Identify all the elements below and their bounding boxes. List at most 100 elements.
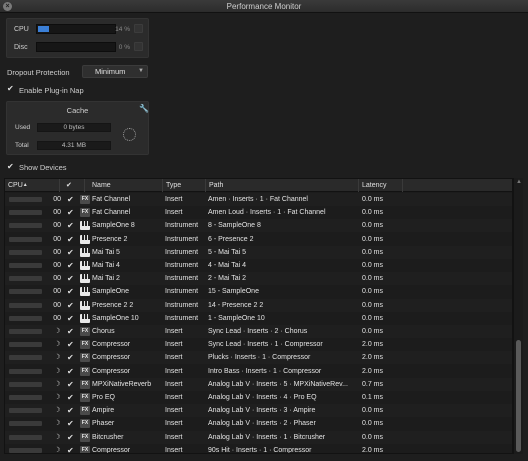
column-header-latency[interactable]: Latency [359,179,403,192]
row-type: Insert [165,420,183,428]
table-row[interactable]: 00 ✔ Mai Tai 4 Instrument 4 - Mai Tai 4 0.0 m… [5,259,512,272]
row-enable-checkbox[interactable]: ✔ [67,404,74,417]
row-cpu-bar [9,289,42,295]
table-row[interactable]: 00 ✔ Mai Tai 2 Instrument 2 - Mai Tai 2 0.0 m… [5,272,512,286]
table-row[interactable]: ☽ ✔ FX Pro EQ Insert Analog Lab V · Inserts ·… [5,391,512,404]
table-row[interactable]: ☽ ✔ FX Chorus Insert Sync Lead · Inserts · 2 … [5,325,512,338]
scrollbar-thumb[interactable] [516,340,521,452]
row-name: Mai Tai 2 [92,275,120,283]
row-name: Compressor [92,354,131,362]
keyboard-icon [80,234,90,244]
table-row[interactable]: 00 ✔ Presence 2 2 Instrument 14 - Presence 2… [5,298,512,312]
table-row[interactable]: 00 ✔ SampleOne 8 Instrument 8 - SampleOne 8 0… [5,219,512,233]
row-enable-checkbox[interactable]: ✔ [67,259,74,272]
disc-reset-button[interactable] [134,42,143,51]
row-enable-checkbox[interactable]: ✔ [67,431,74,444]
row-enable-checkbox[interactable]: ✔ [67,365,74,378]
table-row[interactable]: 00 ✔ Mai Tai 5 Instrument 5 - Mai Tai 5 0.0 m… [5,245,512,259]
fx-icon: FX [80,366,90,376]
fx-icon: FX [80,445,90,453]
row-type: Instrument [165,275,199,283]
keyboard-icon [80,287,90,297]
table-row[interactable]: 00 ✔ Presence 2 Instrument 6 - Presence 2 0.0… [5,233,512,246]
row-cpu-bar [9,249,42,255]
row-enable-checkbox[interactable]: ✔ [67,378,74,391]
row-path: Plucks · Inserts · 1 · Compressor [208,354,311,362]
plugin-nap-label: Enable Plug-in Nap [19,86,84,95]
table-row[interactable]: ☽ ✔ FX MPXiNativeReverb Insert Analog Lab V ·… [5,377,512,391]
wrench-icon[interactable]: 🔧 [139,104,149,113]
table-scrollbar[interactable]: ▲ [513,178,523,454]
row-enable-checkbox[interactable]: ✔ [67,233,74,246]
table-row[interactable]: 00 ✔ FX Fat Channel Insert Amen · Inserts · 1… [5,193,512,206]
devices-table: CPU▲ ✔ Name Type Path Latency 00 ✔ FX Fat C… [4,178,513,454]
table-row[interactable]: 00 ✔ SampleOne 10 Instrument 1 - SampleOne 1… [5,312,512,325]
table-row[interactable]: ☽ ✔ FX Phaser Insert Analog Lab V · Inserts ·… [5,417,512,430]
row-cpu-bar [9,355,42,361]
row-type: Instrument [165,262,199,269]
row-enable-checkbox[interactable]: ✔ [67,444,74,453]
column-header-check[interactable]: ✔ [60,179,85,192]
row-type: Insert [165,433,183,441]
column-header-type[interactable]: Type [163,179,206,192]
fx-icon: FX [80,195,90,204]
row-type: Insert [165,367,183,375]
disc-meter [36,42,116,52]
row-enable-checkbox[interactable]: ✔ [67,351,74,364]
table-row[interactable]: ☽ ✔ FX Ampire Insert Analog Lab V · Inserts ·… [5,404,512,418]
sort-arrow-icon: ▲ [22,182,28,188]
row-cpu-bar [9,447,42,453]
row-enable-checkbox[interactable]: ✔ [67,272,74,285]
scroll-up-icon[interactable]: ▲ [514,178,524,187]
table-row[interactable]: ☽ ✔ FX Compressor Insert 90s Hit · Inserts · … [5,444,512,453]
row-name: Compressor [92,341,131,349]
row-name: Mai Tai 5 [92,248,120,256]
plugin-nap-checkbox[interactable]: ✔ [7,84,14,93]
cache-total-value: 4.31 MB [37,141,111,150]
table-row[interactable]: 00 ✔ FX Fat Channel Insert Amen Loud · Insert… [5,206,512,219]
keyboard-icon [80,313,90,323]
column-header-cpu[interactable]: CPU▲ [5,179,60,192]
table-row[interactable]: ☽ ✔ FX Compressor Insert Sync Lead · Inserts … [5,338,512,351]
row-enable-checkbox[interactable]: ✔ [67,206,74,219]
row-enable-checkbox[interactable]: ✔ [67,193,74,206]
table-row[interactable]: ☽ ✔ FX Bitcrusher Insert Analog Lab V · Inser… [5,430,512,444]
fx-icon: FX [80,379,90,389]
row-cpu-bar [9,434,42,440]
table-row[interactable]: ☽ ✔ FX Compressor Insert Plucks · Inserts · 1… [5,351,512,365]
row-enable-checkbox[interactable]: ✔ [67,417,74,430]
fx-icon: FX [80,208,90,218]
table-row[interactable]: ☽ ✔ FX Compressor Insert Intro Bass · Inserts… [5,365,512,378]
row-enable-checkbox[interactable]: ✔ [67,338,74,351]
column-header-path[interactable]: Path [206,179,359,192]
row-cpu-value: 00 [53,288,61,296]
show-devices-checkbox[interactable]: ✔ [7,162,14,171]
nap-moon-icon: ☽ [54,420,61,428]
row-latency: 0.0 ms [362,209,384,217]
dropout-protection-select[interactable]: Minimum ▼ [82,65,148,78]
row-enable-checkbox[interactable]: ✔ [67,391,74,404]
table-row[interactable]: 00 ✔ SampleOne Instrument 15 - SampleOne 0.0 … [5,285,512,298]
row-enable-checkbox[interactable]: ✔ [67,325,74,338]
row-name: Chorus [92,328,115,335]
row-enable-checkbox[interactable]: ✔ [67,246,74,259]
close-icon[interactable]: × [3,2,12,11]
row-type: Insert [165,380,183,388]
fx-icon: FX [80,419,90,429]
row-cpu-bar [9,381,42,387]
loading-spinner-icon [123,128,136,141]
row-enable-checkbox[interactable]: ✔ [67,312,74,325]
row-enable-checkbox[interactable]: ✔ [67,285,74,298]
row-type: Instrument [165,314,199,322]
row-enable-checkbox[interactable]: ✔ [67,299,74,312]
column-header-name[interactable]: Name [85,179,163,192]
meters-panel: CPU 14 % Disc 0 % [6,18,149,58]
row-path: Analog Lab V · Inserts · 3 · Ampire [208,407,316,415]
row-enable-checkbox[interactable]: ✔ [67,219,74,232]
row-name: Phaser [92,420,115,428]
row-path: Amen Loud · Inserts · 1 · Fat Channel [208,209,326,217]
row-path: 8 - SampleOne 8 [208,222,261,230]
cpu-reset-button[interactable] [134,24,143,33]
row-latency: 0.1 ms [362,394,384,401]
keyboard-icon [80,300,90,310]
